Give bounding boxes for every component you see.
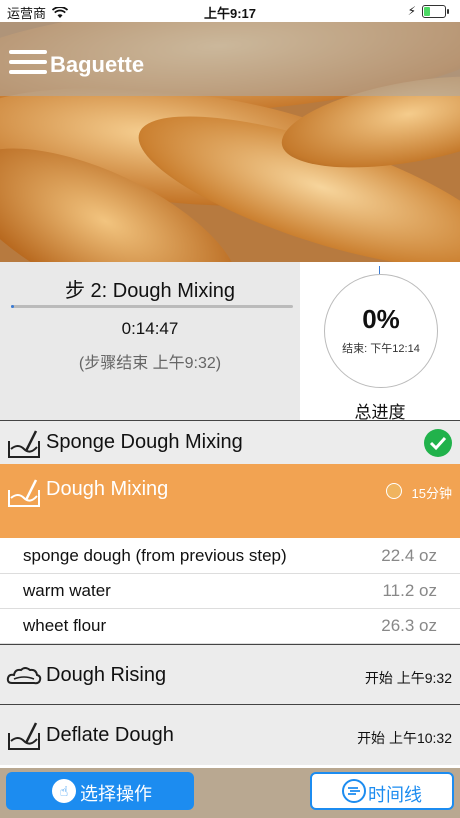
step-progress-fill [11, 305, 14, 308]
timeline-label: 时间线 [368, 785, 422, 805]
select-action-button[interactable]: ☝ 选择操作 [6, 772, 194, 810]
touch-icon: ☝ [52, 779, 76, 803]
ingredient-qty: 11.2 oz [382, 581, 437, 600]
battery-icon [422, 5, 449, 18]
step-timer: 0:14:47 [121, 319, 179, 338]
total-progress-panel: 0% 结束: 下午12:14 总进度 [300, 262, 460, 422]
ingredient-qty: 22.4 oz [381, 546, 437, 565]
current-step-title: 步 2: Dough Mixing [64, 280, 236, 302]
total-progress-percent: 0% [362, 304, 400, 334]
step-list: Sponge Dough Mixing Dough Mixing 15分钟 sp… [0, 420, 460, 768]
current-step-panel: 步 2: Dough Mixing 0:14:47 (步骤结束 上午9:32) [0, 262, 300, 420]
mixing-bowl-icon [8, 479, 40, 507]
step-end-time: (步骤结束 上午9:32) [78, 355, 222, 372]
status-time: 上午9:17 [203, 6, 257, 21]
ingredient-row: sponge dough (from previous step) 22.4 o… [0, 538, 460, 574]
battery-level [424, 7, 431, 16]
step-row-dough-mixing[interactable]: Dough Mixing 15分钟 [0, 464, 460, 538]
hero-image: Baguette [0, 22, 460, 262]
step-duration: 15分钟 [411, 486, 452, 501]
timeline-button[interactable]: 时间线 [310, 772, 454, 810]
step-title: Dough Mixing [46, 478, 169, 500]
step-title: Deflate Dough [46, 724, 174, 746]
charging-icon: ⚡ [407, 4, 416, 18]
timeline-icon [342, 779, 366, 803]
step-progress-bar [11, 305, 293, 308]
menu-button[interactable] [9, 50, 47, 80]
ingredient-qty: 26.3 oz [381, 616, 437, 635]
step-row-deflate-dough[interactable]: Deflate Dough 开始 上午10:32 [0, 704, 460, 765]
total-end-time: 结束: 下午12:14 [342, 343, 420, 355]
step-title: Dough Rising [46, 664, 167, 686]
step-row-sponge-dough-mixing[interactable]: Sponge Dough Mixing [0, 420, 460, 465]
step-row-dough-rising[interactable]: Dough Rising 开始 上午9:32 [0, 644, 460, 705]
clock-icon [386, 483, 402, 499]
progress-ring-marker [379, 266, 380, 274]
ingredient-name: wheet flour [23, 616, 107, 635]
step-start-time: 开始 上午10:32 [357, 730, 452, 746]
bottom-toolbar: ☝ 选择操作 时间线 [0, 768, 460, 818]
cloud-icon [6, 667, 42, 685]
select-action-label: 选择操作 [80, 784, 152, 804]
mixing-bowl-icon [8, 722, 40, 750]
app-title: Baguette [50, 52, 145, 77]
ingredient-row: warm water 11.2 oz [0, 573, 460, 609]
check-icon [424, 429, 452, 457]
step-start-time: 开始 上午9:32 [364, 670, 452, 686]
mixing-bowl-icon [8, 430, 40, 458]
status-bar: 运营商 上午9:17 ⚡ [0, 0, 460, 22]
ingredient-name: sponge dough (from previous step) [23, 546, 287, 565]
step-title: Sponge Dough Mixing [46, 431, 243, 453]
ingredient-name: warm water [23, 581, 111, 600]
ingredient-row: wheet flour 26.3 oz [0, 608, 460, 644]
